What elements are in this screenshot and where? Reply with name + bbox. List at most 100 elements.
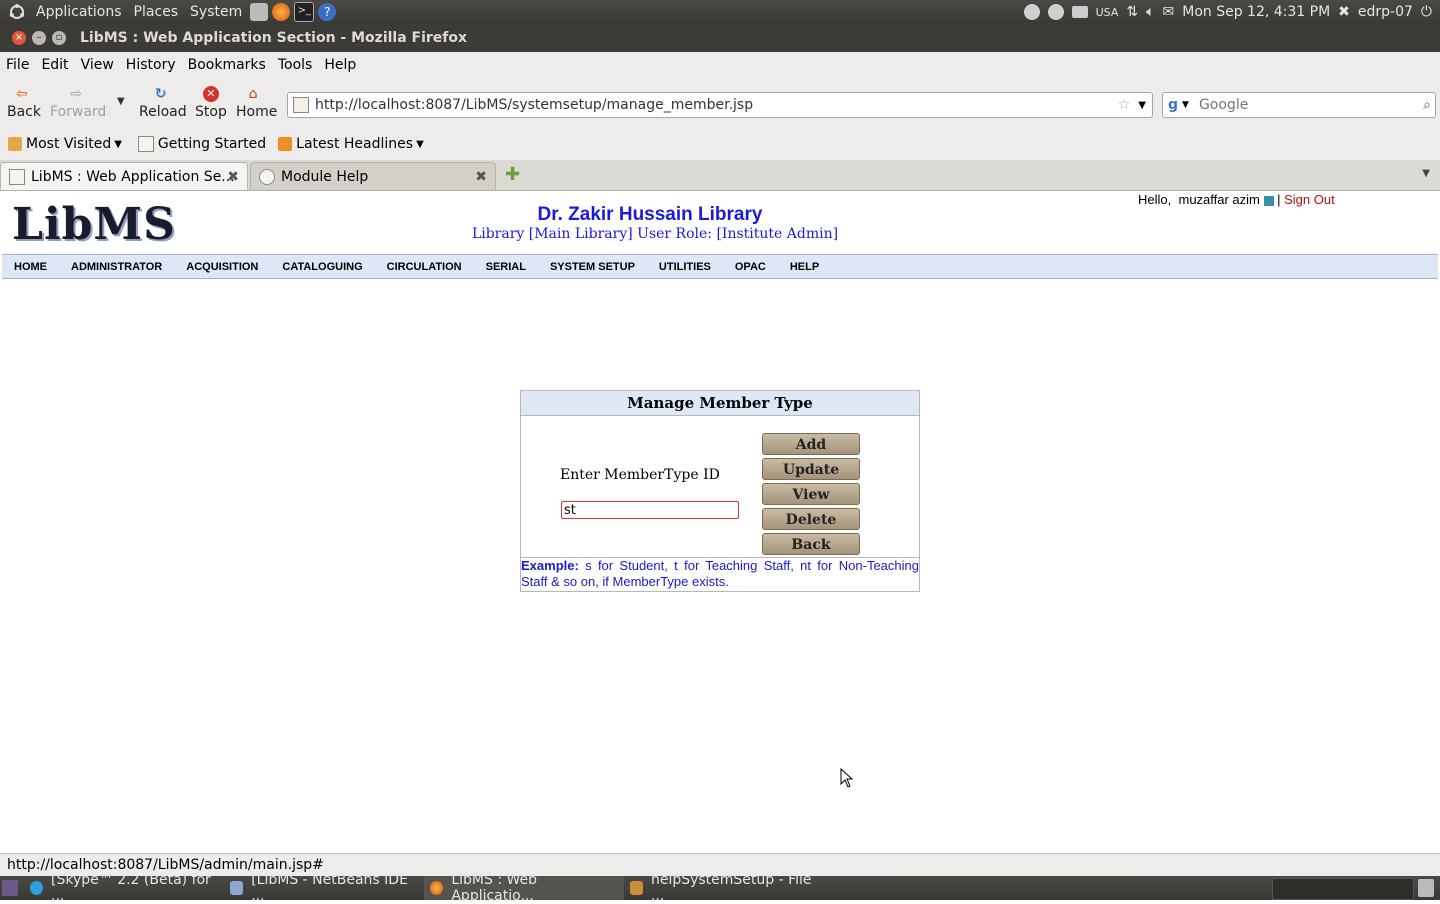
tray-app-icon[interactable]: [1023, 4, 1040, 20]
menu-tools[interactable]: Tools: [272, 57, 319, 73]
skype-icon: [30, 881, 43, 895]
taskbar-item-skype[interactable]: [Skype™ 2.2 (Beta) for ...: [24, 872, 224, 904]
navigation-toolbar: ⇦ Back ⇨ Forward ▼ ↻ Reload ✕ Stop ⌂ Hom…: [0, 78, 1440, 128]
url-dropdown-icon[interactable]: ▼: [1138, 100, 1146, 111]
keyboard-layout-indicator[interactable]: USA: [1096, 6, 1119, 19]
tab-close-icon[interactable]: ✖: [475, 169, 487, 185]
search-engine-dropdown-icon[interactable]: ▼: [1182, 100, 1189, 110]
tray-app-icon[interactable]: [1047, 4, 1064, 20]
update-button[interactable]: Update: [762, 458, 860, 480]
session-user-icon: ✖: [1338, 4, 1350, 20]
bookmarks-toolbar: Most Visited ▼ Getting Started Latest He…: [0, 128, 1440, 160]
network-icon[interactable]: ⇅: [1126, 4, 1138, 20]
nav-acquisition[interactable]: ACQUISITION: [174, 261, 270, 273]
libms-logo: LibMS: [12, 199, 176, 250]
tab-close-icon[interactable]: ✖: [227, 169, 239, 185]
help-launcher-icon[interactable]: ?: [318, 3, 337, 21]
tab-module-help[interactable]: Module Help ✖: [250, 162, 496, 190]
netbeans-icon: [230, 881, 244, 895]
site-favicon-icon: [293, 97, 309, 113]
bookmark-latest-headlines[interactable]: Latest Headlines ▼: [278, 136, 424, 152]
view-button[interactable]: View: [762, 483, 860, 505]
url-text[interactable]: http://localhost:8087/LibMS/systemsetup/…: [315, 97, 1118, 113]
menu-file[interactable]: File: [0, 57, 35, 73]
user-area: Hello, muzaffar azim | Sign Out: [1138, 192, 1335, 207]
folder-icon: [8, 137, 22, 151]
bookmark-getting-started[interactable]: Getting Started: [137, 136, 266, 152]
reload-button[interactable]: ↻ Reload: [139, 86, 187, 120]
search-bar[interactable]: g ▼ ⌕: [1162, 92, 1436, 118]
nav-circulation[interactable]: CIRCULATION: [375, 261, 474, 273]
nav-cataloguing[interactable]: CATALOGUING: [270, 261, 374, 273]
search-input[interactable]: [1196, 96, 1424, 114]
new-tab-icon[interactable]: ✚: [505, 164, 520, 185]
example-note: Example: s for Student, t for Teaching S…: [521, 557, 919, 590]
terminal-launcher-icon[interactable]: >_: [294, 2, 315, 22]
search-icon[interactable]: ⌕: [1423, 97, 1431, 113]
taskbar-item-file-manager[interactable]: helpSystemSetup - File ...: [624, 872, 824, 904]
power-icon[interactable]: ⏻: [1421, 4, 1432, 20]
volume-icon[interactable]: 🔈︎: [1146, 4, 1154, 20]
window-titlebar[interactable]: × – ▫ LibMS : Web Application Section - …: [0, 24, 1440, 52]
show-desktop-icon[interactable]: [2, 880, 18, 896]
taskbar-item-netbeans[interactable]: [LibMS - NetBeans IDE ...: [224, 872, 424, 904]
system-menu[interactable]: System: [184, 0, 248, 24]
stop-button[interactable]: ✕ Stop: [195, 86, 227, 120]
screenshot-launcher-icon[interactable]: [250, 3, 269, 21]
menu-history[interactable]: History: [120, 57, 182, 73]
window-maximize-icon[interactable]: ▫: [52, 31, 66, 45]
nav-administrator[interactable]: ADMINISTRATOR: [59, 261, 174, 273]
chevron-down-icon: ▼: [416, 138, 424, 150]
tab-list-dropdown-icon[interactable]: ▼: [1422, 168, 1430, 179]
nav-opac[interactable]: OPAC: [723, 261, 778, 273]
printer-icon[interactable]: [1071, 6, 1088, 18]
forward-button[interactable]: ⇨ Forward: [50, 86, 106, 120]
mouse-cursor-icon: [840, 767, 854, 792]
workspace-switcher[interactable]: [1272, 878, 1414, 900]
sign-out-link[interactable]: Sign Out: [1284, 192, 1335, 207]
firefox-icon: [430, 881, 444, 895]
bookmark-most-visited[interactable]: Most Visited ▼: [8, 136, 122, 152]
history-dropdown-icon[interactable]: ▼: [117, 96, 125, 107]
search-engine-google-icon[interactable]: g: [1168, 97, 1178, 113]
menu-edit[interactable]: Edit: [35, 57, 74, 73]
nav-system-setup[interactable]: SYSTEM SETUP: [538, 261, 647, 273]
clock[interactable]: Mon Sep 12, 4:31 PM: [1182, 4, 1330, 20]
window-minimize-icon[interactable]: –: [32, 31, 46, 45]
example-label: Example:: [521, 558, 579, 573]
taskbar-item-firefox[interactable]: LibMS : Web Applicatio...: [424, 872, 624, 904]
member-type-id-label: Enter MemberType ID: [560, 467, 720, 483]
places-menu[interactable]: Places: [128, 0, 185, 24]
window-close-icon[interactable]: ×: [12, 31, 26, 45]
status-text: http://localhost:8087/LibMS/admin/main.j…: [7, 857, 324, 873]
firefox-launcher-icon[interactable]: [272, 3, 291, 21]
menu-bookmarks[interactable]: Bookmarks: [182, 57, 272, 73]
nav-utilities[interactable]: UTILITIES: [647, 261, 723, 273]
trash-icon[interactable]: [1418, 879, 1434, 897]
stop-icon: ✕: [202, 86, 219, 102]
nav-help[interactable]: HELP: [778, 261, 831, 273]
session-user[interactable]: edrp-07: [1358, 4, 1413, 20]
member-type-id-input[interactable]: [561, 501, 739, 519]
tab-libms[interactable]: LibMS : Web Application Se... ✖: [0, 162, 248, 190]
user-profile-icon[interactable]: [1263, 195, 1274, 206]
panel-heading: Manage Member Type: [521, 391, 919, 416]
taskbar: [Skype™ 2.2 (Beta) for ... [LibMS - NetB…: [0, 872, 1440, 904]
url-bar[interactable]: http://localhost:8087/LibMS/systemsetup/…: [287, 92, 1153, 118]
back-button[interactable]: Back: [762, 533, 860, 555]
nav-home[interactable]: HOME: [2, 261, 59, 273]
mail-icon[interactable]: ✉: [1163, 4, 1175, 20]
bookmark-star-icon[interactable]: ☆: [1118, 97, 1131, 113]
back-button[interactable]: ⇦ Back: [7, 86, 41, 120]
home-button[interactable]: ⌂ Home: [236, 86, 277, 120]
menu-help[interactable]: Help: [318, 57, 362, 73]
applications-menu[interactable]: Applications: [30, 0, 128, 24]
menu-view[interactable]: View: [75, 57, 120, 73]
ubuntu-logo-icon[interactable]: [0, 0, 30, 24]
nav-serial[interactable]: SERIAL: [474, 261, 538, 273]
add-button[interactable]: Add: [762, 433, 860, 455]
manage-member-type-panel: Manage Member Type Enter MemberType ID A…: [520, 390, 920, 592]
tab-favicon-icon: [9, 168, 25, 185]
delete-button[interactable]: Delete: [762, 508, 860, 530]
page-icon: [137, 136, 154, 152]
